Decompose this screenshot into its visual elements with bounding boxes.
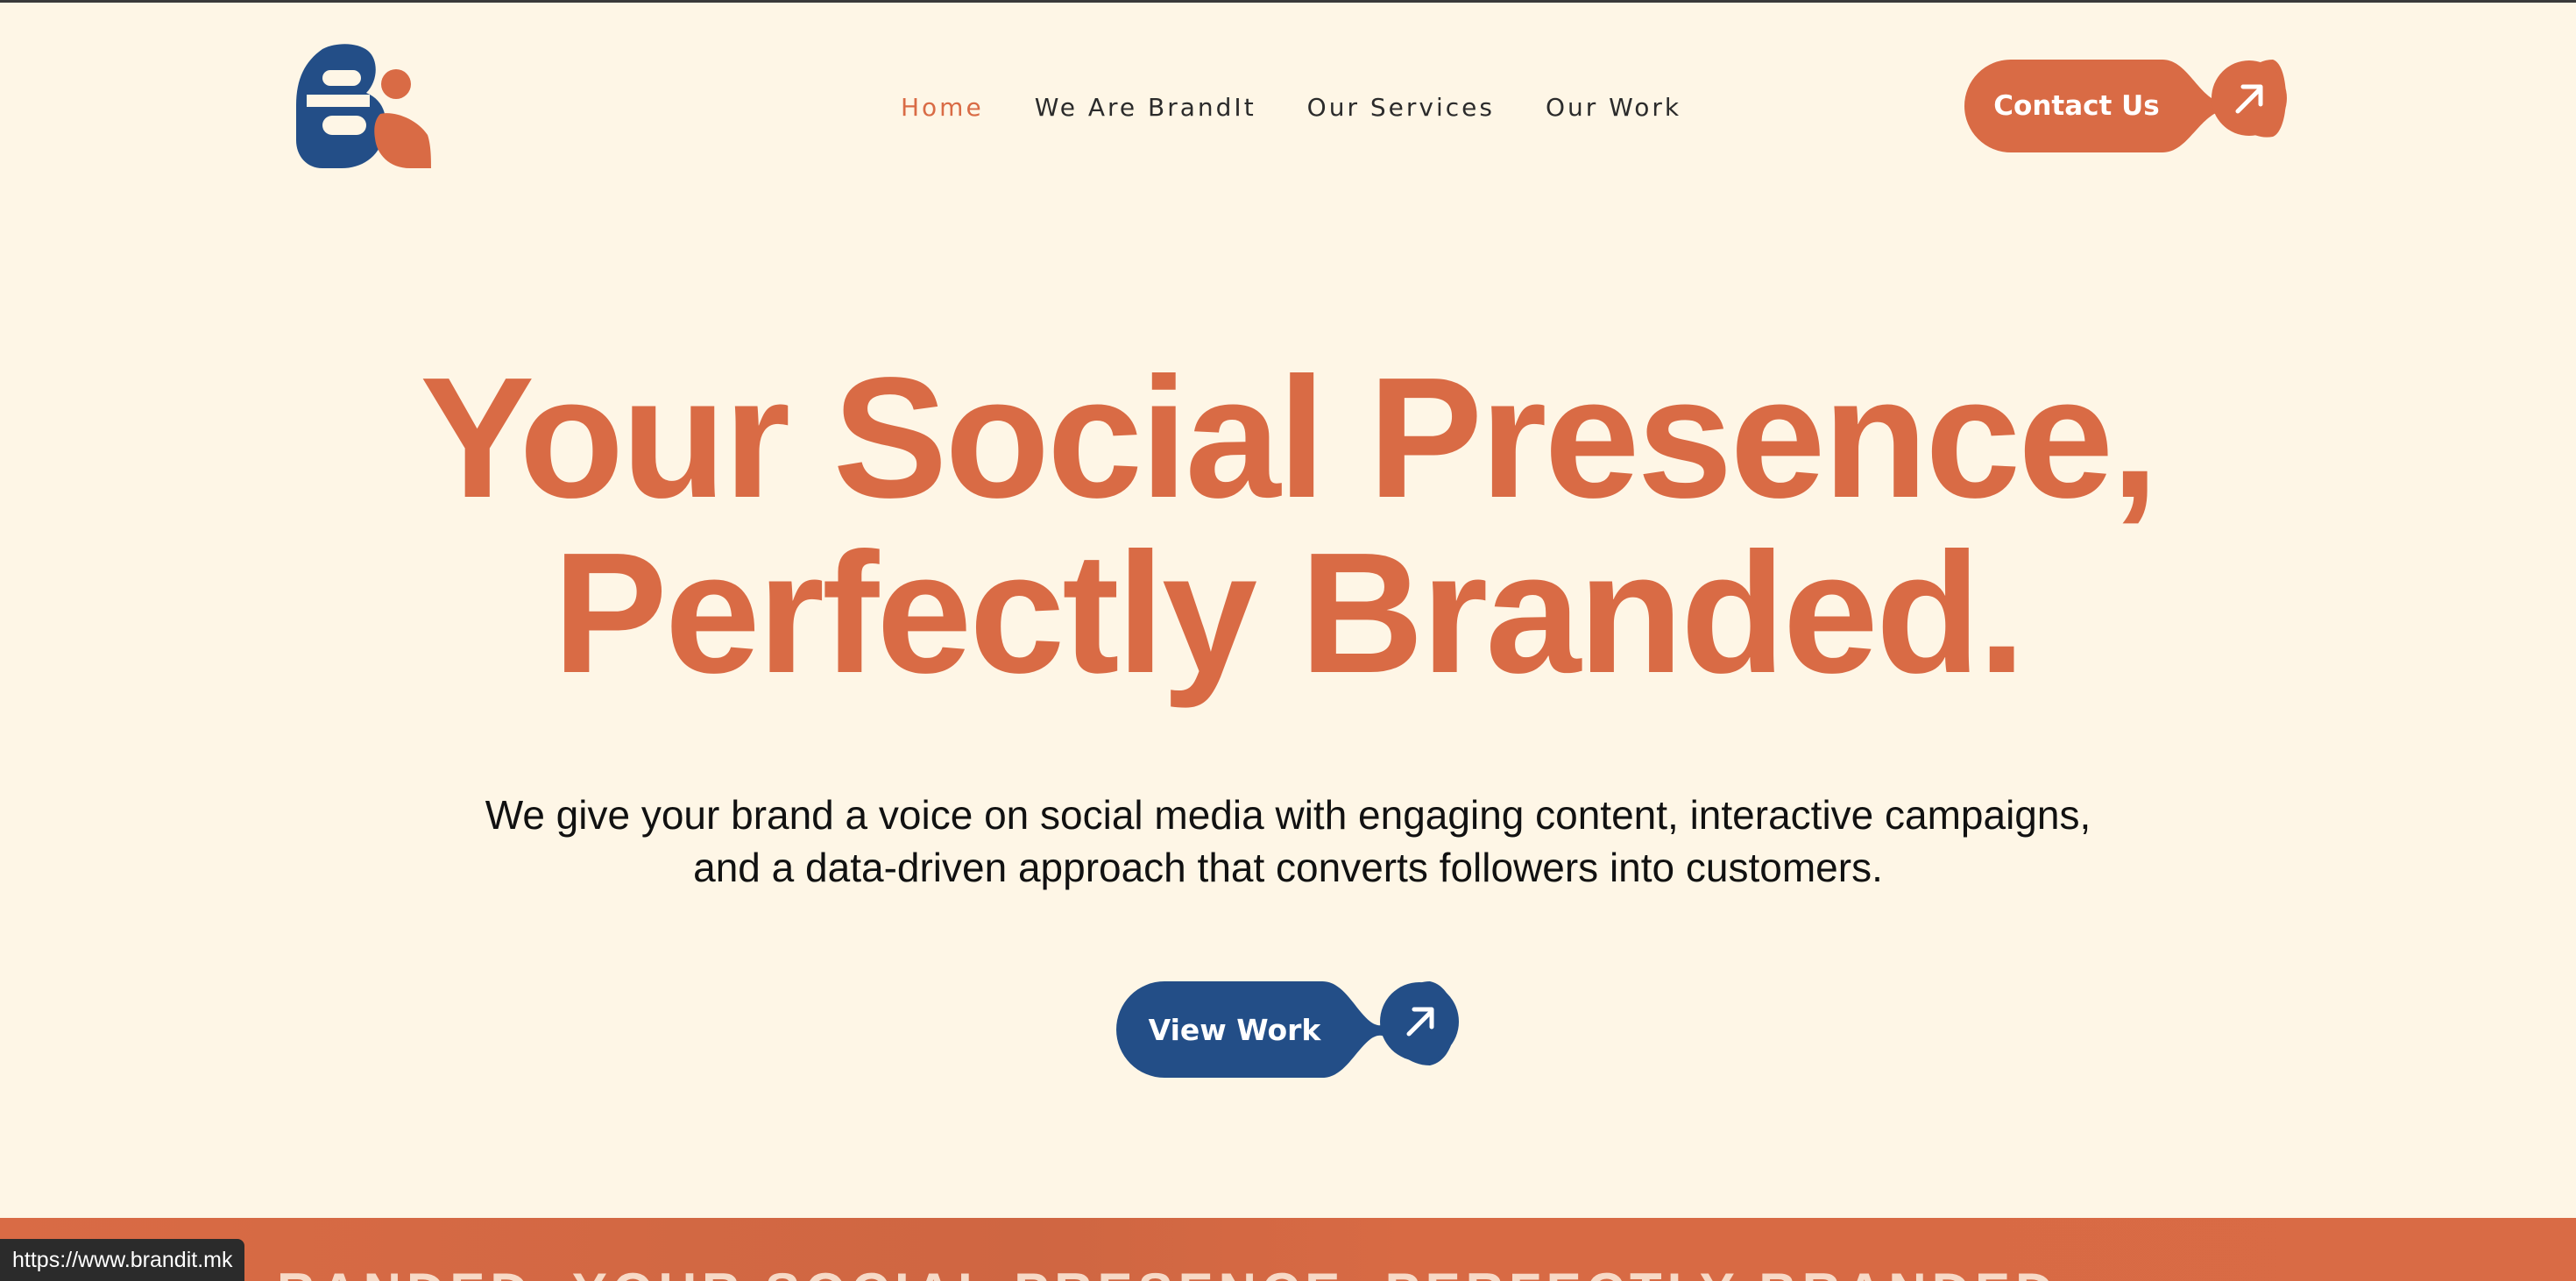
hero-subtitle: We give your brand a voice on social med… (0, 789, 2576, 894)
window-top-border (0, 0, 2576, 3)
view-work-button[interactable]: View Work (1116, 981, 1460, 1078)
hero-subtitle-line-2: and a data-driven approach that converts… (693, 845, 1883, 890)
nav-item-our-work[interactable]: Our Work (1546, 93, 1681, 122)
marquee-band: RANDED. YOUR SOCIAL PRESENCE, PERFECTLY … (0, 1218, 2576, 1281)
nav-item-home[interactable]: Home (901, 93, 984, 122)
brand-logo[interactable] (287, 44, 431, 168)
arrow-up-right-icon (2235, 84, 2263, 114)
nav-item-our-services[interactable]: Our Services (1307, 93, 1495, 122)
main-nav: Home We Are BrandIt Our Services Our Wor… (901, 89, 1732, 124)
brandit-logo-icon (296, 44, 431, 168)
hero-title-line-2: Perfectly Branded. (553, 517, 2026, 709)
hero-subtitle-line-1: We give your brand a voice on social med… (485, 792, 2091, 838)
status-bar-url: https://www.brandit.mk (0, 1239, 245, 1281)
arrow-up-right-icon (1406, 1007, 1434, 1037)
hero-title-line-1: Your Social Presence, (420, 342, 2158, 534)
nav-item-we-are-brandit[interactable]: We Are BrandIt (1035, 93, 1256, 122)
marquee-text: RANDED. YOUR SOCIAL PRESENCE, PERFECTLY … (277, 1262, 2078, 1281)
hero-title: Your Social Presence, Perfectly Branded. (0, 350, 2576, 701)
contact-us-button[interactable]: Contact Us (1964, 60, 2287, 152)
